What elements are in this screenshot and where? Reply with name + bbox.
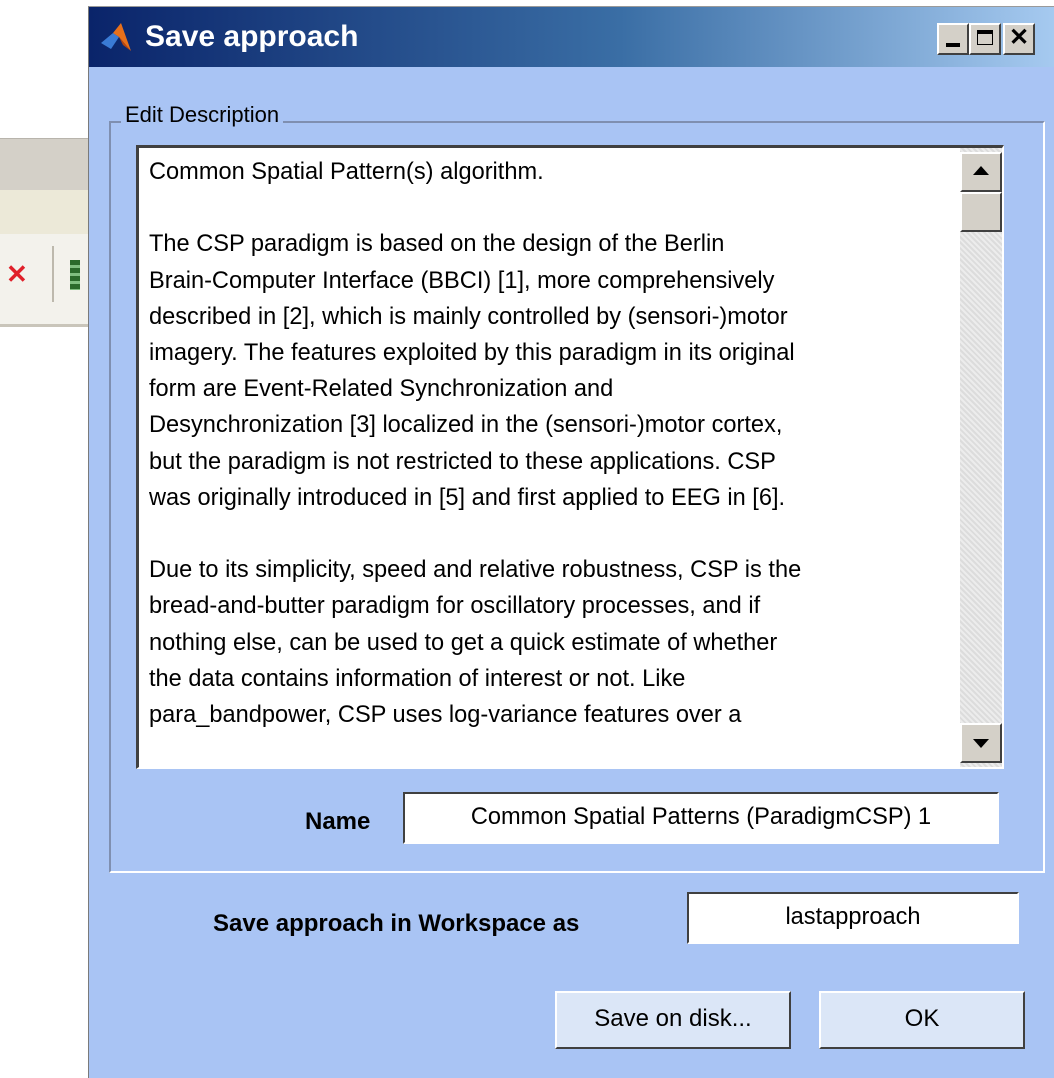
workspace-label: Save approach in Workspace as [213, 910, 580, 937]
scroll-up-button[interactable] [960, 152, 1002, 192]
toolbar-tool-icon[interactable] [70, 260, 80, 290]
toolbar-separator [52, 246, 54, 302]
background-window: ✕ [0, 130, 95, 340]
arrow-up-icon [973, 166, 989, 175]
name-label: Name [305, 808, 371, 835]
scroll-thumb[interactable] [960, 192, 1002, 232]
minimize-button[interactable] [937, 23, 969, 55]
maximize-icon [977, 30, 993, 45]
background-window-menubar [0, 138, 95, 191]
red-x-icon[interactable]: ✕ [6, 254, 28, 294]
save-on-disk-button[interactable]: Save on disk... [555, 991, 791, 1049]
description-textarea[interactable]: Common Spatial Pattern(s) algorithm. The… [136, 145, 1004, 769]
minimize-icon [946, 43, 960, 47]
background-window-band [0, 190, 95, 234]
titlebar[interactable]: Save approach ✕ [89, 7, 1054, 67]
save-approach-dialog: Save approach ✕ Edit Description Common … [88, 6, 1054, 1078]
ok-button[interactable]: OK [819, 991, 1025, 1049]
workspace-name-field[interactable]: lastapproach [687, 892, 1019, 944]
maximize-button[interactable] [969, 23, 1001, 55]
group-legend: Edit Description [121, 100, 284, 130]
description-text[interactable]: Common Spatial Pattern(s) algorithm. The… [149, 154, 949, 733]
background-window-toolbar: ✕ [0, 234, 95, 327]
arrow-down-icon [973, 739, 989, 748]
dialog-title: Save approach [145, 20, 359, 53]
vertical-scrollbar[interactable] [960, 148, 1002, 767]
close-icon: ✕ [1008, 24, 1030, 51]
scroll-down-button[interactable] [960, 723, 1002, 763]
matlab-icon [101, 23, 131, 51]
close-button[interactable]: ✕ [1003, 23, 1035, 55]
name-field[interactable]: Common Spatial Patterns (ParadigmCSP) 1 [403, 792, 999, 844]
